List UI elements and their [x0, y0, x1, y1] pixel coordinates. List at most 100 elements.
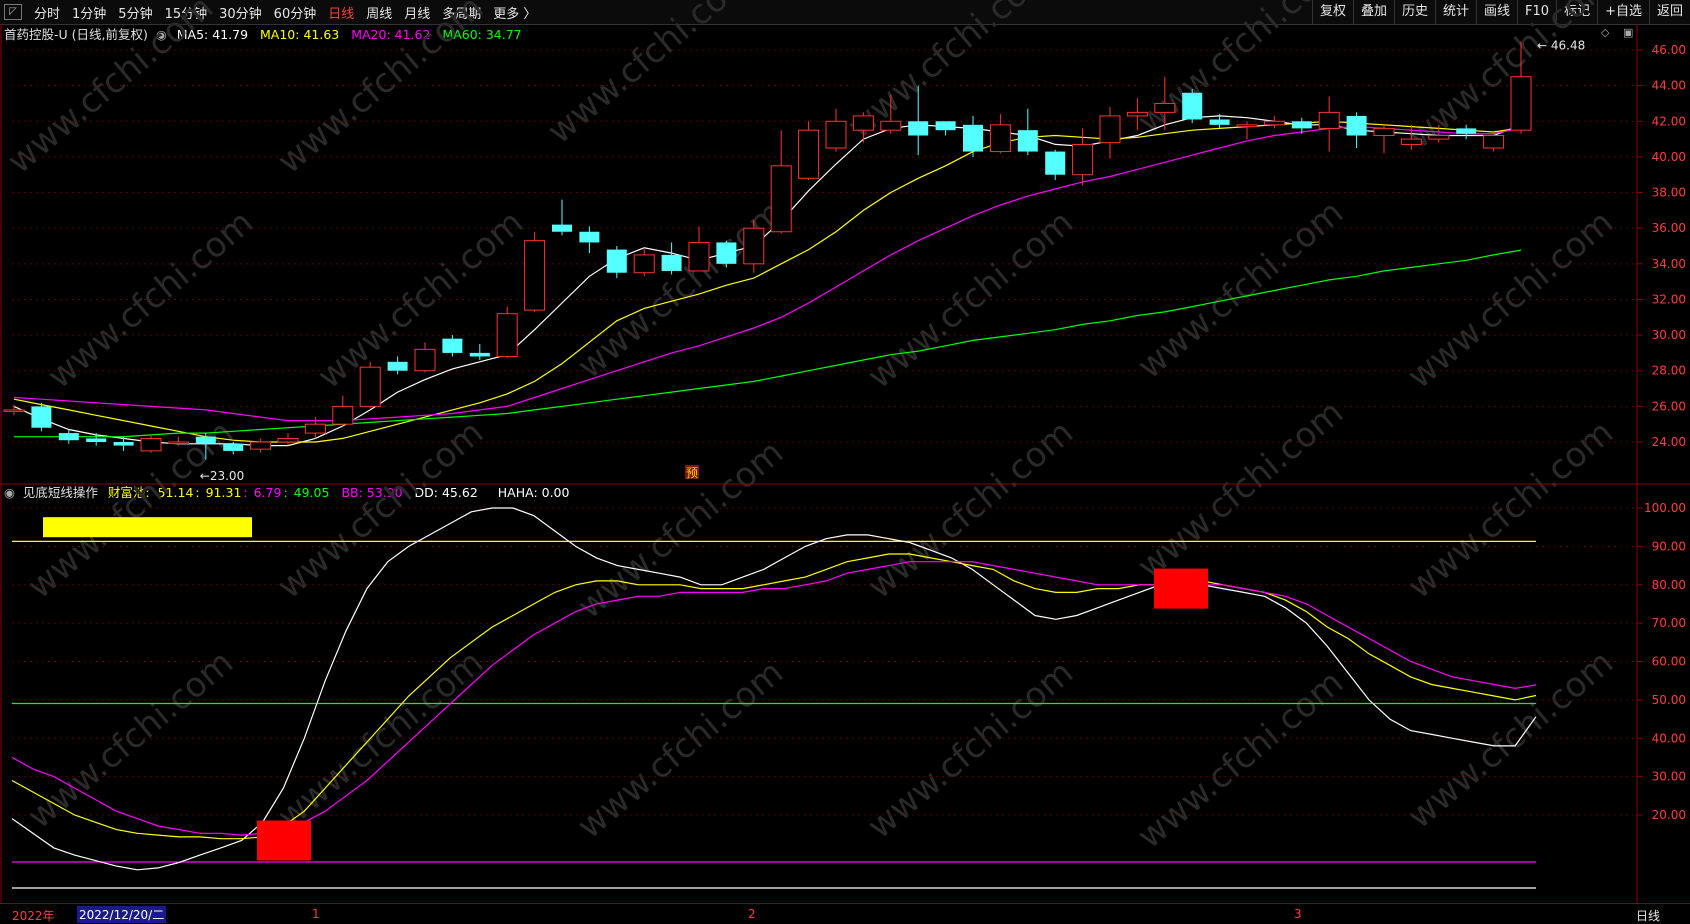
candle-body-down	[963, 124, 983, 152]
watermark-text: www.cfchi.com	[570, 432, 791, 626]
ma-line-ma5	[13, 115, 1522, 447]
watermark-text: www.cfchi.com	[270, 0, 491, 182]
candle-body-up	[743, 227, 765, 265]
candle-body-down	[1346, 115, 1367, 136]
high-price-label: ← 46.48	[1537, 38, 1585, 52]
month-label-3: 3	[1294, 907, 1302, 921]
signal-square	[257, 820, 311, 861]
price-tick-label: 42.00	[1652, 114, 1686, 128]
candle-body-up	[359, 366, 381, 407]
candle-body-up	[1428, 135, 1450, 140]
candle-body-up	[1263, 120, 1285, 126]
candle-body-down	[908, 121, 929, 136]
watermark-text: www.cfchi.com	[860, 202, 1081, 396]
watermark-text: www.cfchi.com	[1130, 192, 1351, 386]
candle-body-up	[798, 129, 820, 179]
price-tick-label: 38.00	[1652, 186, 1686, 200]
candle-body-down	[935, 121, 956, 131]
price-tick-label: 40.00	[1652, 150, 1686, 164]
indicator-tick-label: 50.00	[1652, 693, 1686, 707]
candle-body-up	[3, 409, 25, 412]
indicator-tick-label: 90.00	[1652, 539, 1686, 553]
candle-body-down	[1182, 92, 1203, 120]
candle-body-up	[1072, 143, 1094, 176]
candle-body-down	[86, 438, 107, 442]
month-label-1: 1	[312, 907, 320, 921]
candle-body-down	[1456, 128, 1477, 134]
watermark-text: www.cfchi.com	[1130, 0, 1351, 142]
candle-body-up	[1318, 111, 1340, 129]
candle-body-up	[167, 441, 189, 444]
price-tick-label: 36.00	[1652, 221, 1686, 235]
watermark-text: www.cfchi.com	[570, 192, 791, 386]
candle-body-up	[688, 241, 710, 272]
indicator-tick-label: 80.00	[1652, 578, 1686, 592]
candle-body-up	[1154, 102, 1176, 113]
price-tick-label: 44.00	[1652, 79, 1686, 93]
indicator-tick-label: 70.00	[1652, 616, 1686, 630]
date-cursor-box: 2022/12/20/二	[77, 906, 167, 923]
indicator-tick-label: 40.00	[1652, 731, 1686, 745]
watermark-text: www.cfchi.com	[1130, 662, 1351, 856]
candle-body-up	[880, 120, 902, 131]
candle-body-up	[1400, 138, 1422, 145]
candle-body-down	[1017, 130, 1038, 152]
watermark-text: www.cfchi.com	[1400, 642, 1621, 836]
candle-body-down	[58, 433, 79, 441]
ma-line-ma20	[13, 125, 1522, 422]
watermark-text: www.cfchi.com	[860, 652, 1081, 846]
candle-body-up	[852, 115, 874, 131]
price-tick-label: 26.00	[1652, 399, 1686, 413]
date-axis-bar: 2022年 2022/12/20/二 1 2 3 日线	[0, 903, 1690, 924]
price-tick-label: 34.00	[1652, 257, 1686, 271]
yellow-signal-bar	[43, 517, 252, 538]
candle-body-up	[1236, 124, 1258, 128]
ma-line-ma10	[13, 120, 1522, 443]
watermark-text: www.cfchi.com	[540, 0, 761, 152]
watermark-text: www.cfchi.com	[860, 412, 1081, 606]
price-tick-label: 46.00	[1652, 43, 1686, 57]
chart-canvas[interactable]: www.cfchi.com www.cfchi.com www.cfchi.com w…	[0, 0, 1690, 923]
candle-body-up	[250, 441, 272, 450]
candle-body-up	[304, 423, 326, 434]
indicator-tick-label: 20.00	[1652, 808, 1686, 822]
forecast-marker-label: 预	[686, 466, 698, 480]
candle-body-down	[1291, 121, 1312, 129]
candle-body-up	[414, 348, 436, 372]
month-label-2: 2	[748, 907, 756, 921]
watermark-text: www.cfchi.com	[1400, 412, 1621, 606]
signal-square	[1154, 568, 1208, 609]
candle-body-up	[825, 120, 847, 149]
indicator-tick-label: 100.00	[1644, 501, 1686, 515]
watermark-text: www.cfchi.com	[570, 652, 791, 846]
candle-body-down	[113, 442, 134, 446]
candle-body-up	[989, 124, 1011, 153]
indicator-tick-label: 60.00	[1652, 655, 1686, 669]
period-label[interactable]: 日线	[1636, 907, 1660, 924]
watermark-text: www.cfchi.com	[1400, 202, 1621, 396]
candle-body-up	[633, 254, 655, 274]
candle-body-down	[579, 231, 600, 243]
price-tick-label: 32.00	[1652, 292, 1686, 306]
candle-body-up	[277, 437, 299, 443]
price-axis: 46.00 44.00 42.00 40.00 38.00 36.00 34.00 32.00…	[1637, 43, 1686, 822]
candle-body-down	[716, 242, 737, 264]
candle-body-down	[195, 436, 216, 444]
candlestick-chart: ← 46.48 ←23.00 预	[3, 38, 1585, 483]
candle-body-down	[661, 254, 682, 271]
watermark-text: www.cfchi.com	[1130, 392, 1351, 586]
candle-body-up	[140, 437, 162, 452]
price-tick-label: 24.00	[1652, 435, 1686, 449]
price-tick-label: 28.00	[1652, 364, 1686, 378]
year-label: 2022年	[12, 909, 55, 923]
candle-body-up	[1510, 76, 1532, 131]
candle-body-up	[332, 405, 354, 425]
indicator-tick-label: 30.00	[1652, 770, 1686, 784]
low-price-label: ←23.00	[200, 469, 244, 483]
candle-body-down	[387, 361, 408, 371]
watermark-text: www.cfchi.com	[0, 0, 221, 182]
candle-body-up	[1099, 115, 1121, 144]
candle-body-up	[1373, 127, 1395, 137]
candle-body-up	[496, 313, 518, 357]
candle-body-down	[606, 249, 627, 273]
